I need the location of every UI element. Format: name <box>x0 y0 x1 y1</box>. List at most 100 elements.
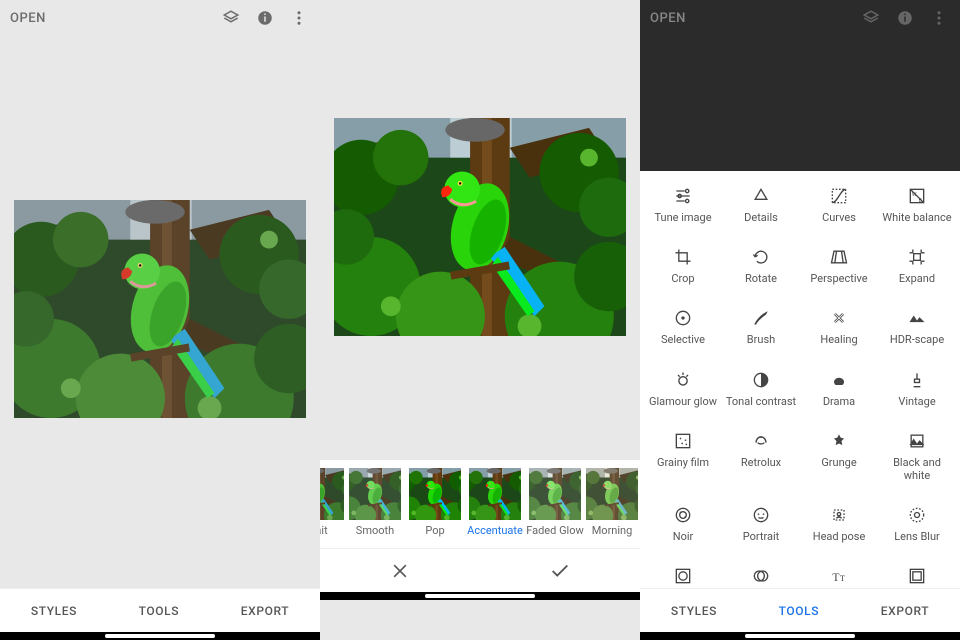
editor-canvas[interactable] <box>0 36 320 588</box>
look-smooth[interactable]: Smooth <box>346 468 404 537</box>
selective-icon <box>646 307 720 329</box>
svg-text:T: T <box>832 571 839 584</box>
drama-icon <box>802 369 876 391</box>
svg-text:W: W <box>912 192 917 198</box>
bottom-nav: STYLES TOOLS EXPORT <box>640 588 960 632</box>
tool-expand[interactable]: Expand <box>878 240 956 301</box>
tool-curves[interactable]: Curves <box>800 179 878 240</box>
open-button[interactable]: OPEN <box>650 11 686 26</box>
curves-icon <box>802 185 876 207</box>
tools-grid: Tune imageDetailsCurvesWBWhite balance Cr… <box>640 171 960 588</box>
tool-tune[interactable]: Tune image <box>644 179 722 240</box>
retrolux-icon <box>724 430 798 452</box>
tool-vintage[interactable]: Vintage <box>878 363 956 424</box>
tool-label: Brush <box>724 333 798 346</box>
tool-selective[interactable]: Selective <box>644 301 722 362</box>
glamour-icon <box>646 369 720 391</box>
more-icon[interactable] <box>288 7 310 29</box>
tool-retrolux[interactable]: Retrolux <box>722 424 800 498</box>
tool-doubleexp[interactable]: Double exposure <box>722 559 800 588</box>
tool-crop[interactable]: Crop <box>644 240 722 301</box>
crop-icon <box>646 246 720 268</box>
vignette-icon <box>646 565 720 587</box>
looks-strip[interactable]: traitSmoothPopAccentuateFaded GlowMornin… <box>320 460 640 548</box>
nav-styles[interactable]: STYLES <box>23 598 85 624</box>
layers-icon[interactable] <box>860 7 882 29</box>
photo-preview[interactable] <box>14 200 306 418</box>
layers-icon[interactable] <box>220 7 242 29</box>
tool-label: Black and white <box>880 456 954 482</box>
tool-label: Perspective <box>802 272 876 285</box>
text-icon: TT <box>802 565 876 587</box>
headpose-icon <box>802 504 876 526</box>
tool-tonal[interactable]: Tonal contrast <box>722 363 800 424</box>
tool-perspective[interactable]: Perspective <box>800 240 878 301</box>
tool-label: Rotate <box>724 272 798 285</box>
cancel-button[interactable] <box>380 555 420 587</box>
tool-frames[interactable]: Frames <box>878 559 956 588</box>
tool-hdr[interactable]: HDR-scape <box>878 301 956 362</box>
nav-export[interactable]: EXPORT <box>873 598 937 624</box>
nav-export[interactable]: EXPORT <box>233 598 297 624</box>
tools-canvas-dark <box>640 36 960 171</box>
info-icon[interactable] <box>894 7 916 29</box>
tool-vignette[interactable]: Vignette <box>644 559 722 588</box>
tool-bw[interactable]: Black and white <box>878 424 956 498</box>
nav-styles[interactable]: STYLES <box>663 598 725 624</box>
look-label: Pop <box>406 524 464 537</box>
look-morning[interactable]: Morning <box>586 468 638 537</box>
grunge-icon <box>802 430 876 452</box>
tool-lensblur[interactable]: Lens Blur <box>878 498 956 559</box>
more-icon[interactable] <box>928 7 950 29</box>
look-label: Smooth <box>346 524 404 537</box>
tool-label: Glamour glow <box>646 395 720 408</box>
tool-text[interactable]: TTText <box>800 559 878 588</box>
home-indicator <box>0 632 320 640</box>
topbar-dark: OPEN <box>640 0 960 36</box>
home-indicator <box>640 632 960 640</box>
details-icon <box>724 185 798 207</box>
nav-tools[interactable]: TOOLS <box>131 598 187 624</box>
bottom-nav: STYLES TOOLS EXPORT <box>0 588 320 632</box>
tool-noir[interactable]: Noir <box>644 498 722 559</box>
tool-brush[interactable]: Brush <box>722 301 800 362</box>
svg-text:T: T <box>840 574 845 583</box>
tool-label: Lens Blur <box>880 530 954 543</box>
tool-portrait[interactable]: Portrait <box>722 498 800 559</box>
tool-label: Tune image <box>646 211 720 224</box>
tool-details[interactable]: Details <box>722 179 800 240</box>
info-icon[interactable] <box>254 7 276 29</box>
tool-headpose[interactable]: Head pose <box>800 498 878 559</box>
nav-tools[interactable]: TOOLS <box>771 598 827 624</box>
expand-icon <box>880 246 954 268</box>
editor-main-pane: OPEN STYLES TOOLS EXPORT <box>0 0 320 640</box>
look-pop[interactable]: Pop <box>406 468 464 537</box>
brush-icon <box>724 307 798 329</box>
tool-healing[interactable]: Healing <box>800 301 878 362</box>
tools-pane: OPEN Tune imageDetailsCurvesWBWhite bala… <box>640 0 960 640</box>
confirm-button[interactable] <box>540 555 580 587</box>
rotate-icon <box>724 246 798 268</box>
frames-icon <box>880 565 954 587</box>
look-label: Morning <box>586 524 638 537</box>
noir-icon <box>646 504 720 526</box>
look-accentuate[interactable]: Accentuate <box>466 468 524 537</box>
tool-label: White balance <box>880 211 954 224</box>
look-portrait[interactable]: trait <box>320 468 344 537</box>
photo-preview-styled[interactable] <box>334 118 626 336</box>
tool-rotate[interactable]: Rotate <box>722 240 800 301</box>
looks-canvas[interactable] <box>320 0 640 460</box>
open-button[interactable]: OPEN <box>10 11 46 26</box>
look-faded-glow[interactable]: Faded Glow <box>526 468 584 537</box>
tool-grunge[interactable]: Grunge <box>800 424 878 498</box>
tool-glamour[interactable]: Glamour glow <box>644 363 722 424</box>
grainy-icon <box>646 430 720 452</box>
tool-grainy[interactable]: Grainy film <box>644 424 722 498</box>
tool-label: Selective <box>646 333 720 346</box>
look-label: Accentuate <box>466 524 524 537</box>
tool-wb[interactable]: WBWhite balance <box>878 179 956 240</box>
bw-icon <box>880 430 954 452</box>
tool-label: Grunge <box>802 456 876 469</box>
tool-label: HDR-scape <box>880 333 954 346</box>
tool-drama[interactable]: Drama <box>800 363 878 424</box>
